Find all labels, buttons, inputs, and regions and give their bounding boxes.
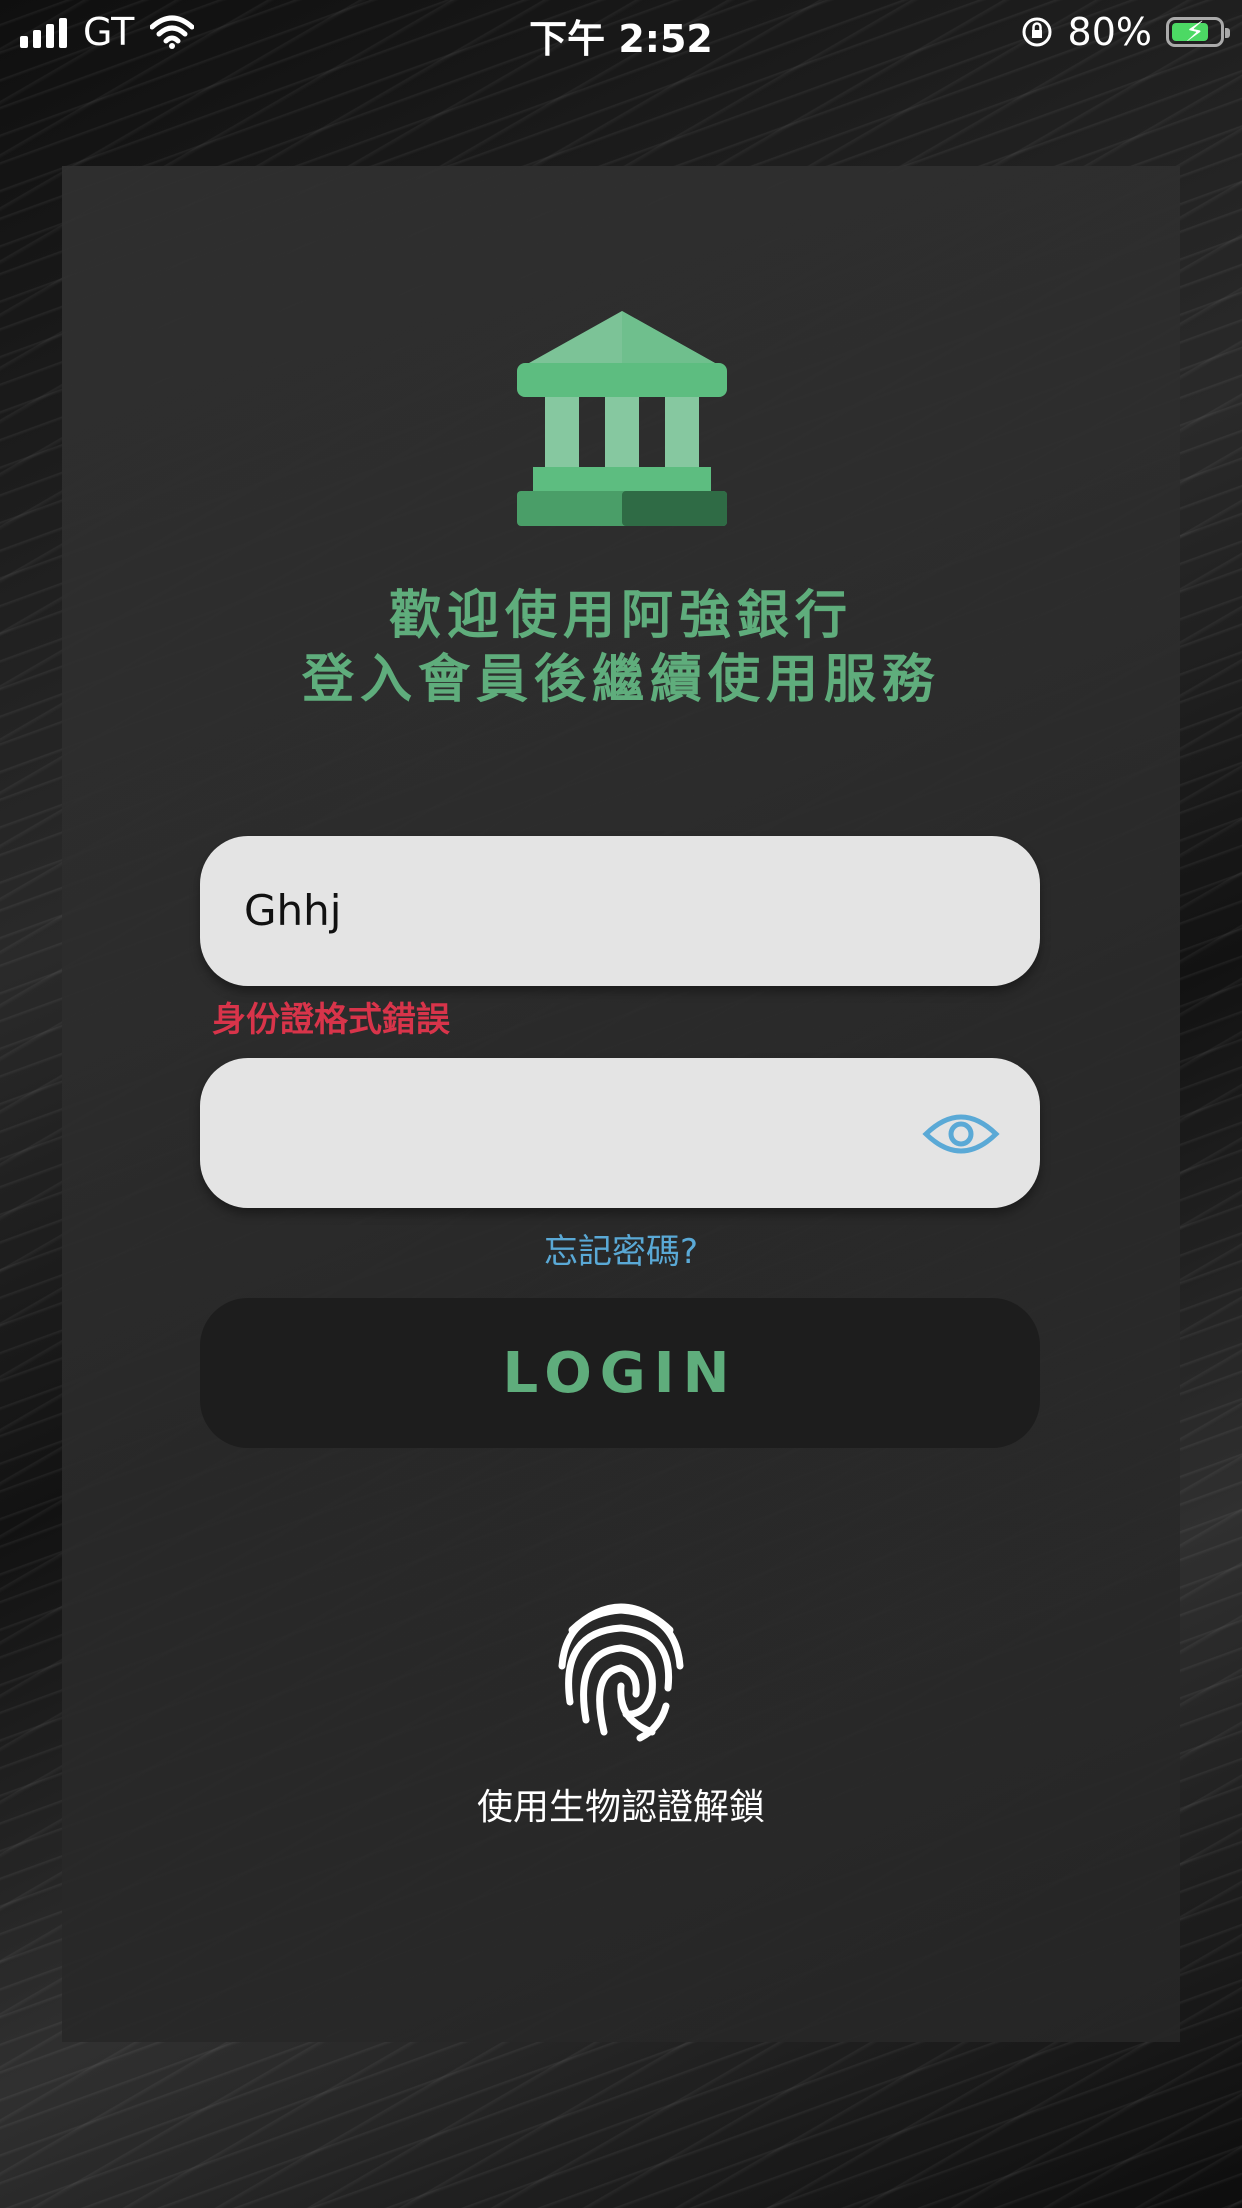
battery-percent: 80% bbox=[1067, 10, 1152, 54]
welcome-subtitle: 登入會員後繼續使用服務 bbox=[301, 650, 940, 710]
login-button[interactable]: LOGIN bbox=[200, 1298, 1040, 1448]
fingerprint-icon[interactable] bbox=[556, 1596, 686, 1742]
battery-charging-icon: ⚡ bbox=[1166, 17, 1230, 47]
biometric-unlock-label[interactable]: 使用生物認證解鎖 bbox=[62, 1778, 1180, 1830]
forgot-password-link[interactable]: 忘記密碼? bbox=[62, 1224, 1180, 1273]
rotation-lock-icon bbox=[1022, 17, 1052, 47]
id-number-field[interactable]: Ghhj bbox=[200, 836, 1040, 986]
eye-icon[interactable] bbox=[922, 1108, 1000, 1160]
status-bar: GT 下午 2:52 80% ⚡ bbox=[0, 0, 1242, 62]
status-right: 80% ⚡ bbox=[1020, 10, 1230, 54]
welcome-title: 歡迎使用阿強銀行 bbox=[388, 586, 853, 646]
bank-building-icon bbox=[517, 311, 727, 526]
login-card: 歡迎使用阿強銀行 登入會員後繼續使用服務 Ghhj 身份證格式錯誤 忘記密碼? … bbox=[62, 166, 1180, 2042]
welcome-message: 歡迎使用阿強銀行 登入會員後繼續使用服務 bbox=[62, 584, 1180, 712]
password-field[interactable] bbox=[200, 1058, 1040, 1208]
id-number-value: Ghhj bbox=[244, 886, 342, 935]
id-error-message: 身份證格式錯誤 bbox=[212, 1000, 450, 1040]
